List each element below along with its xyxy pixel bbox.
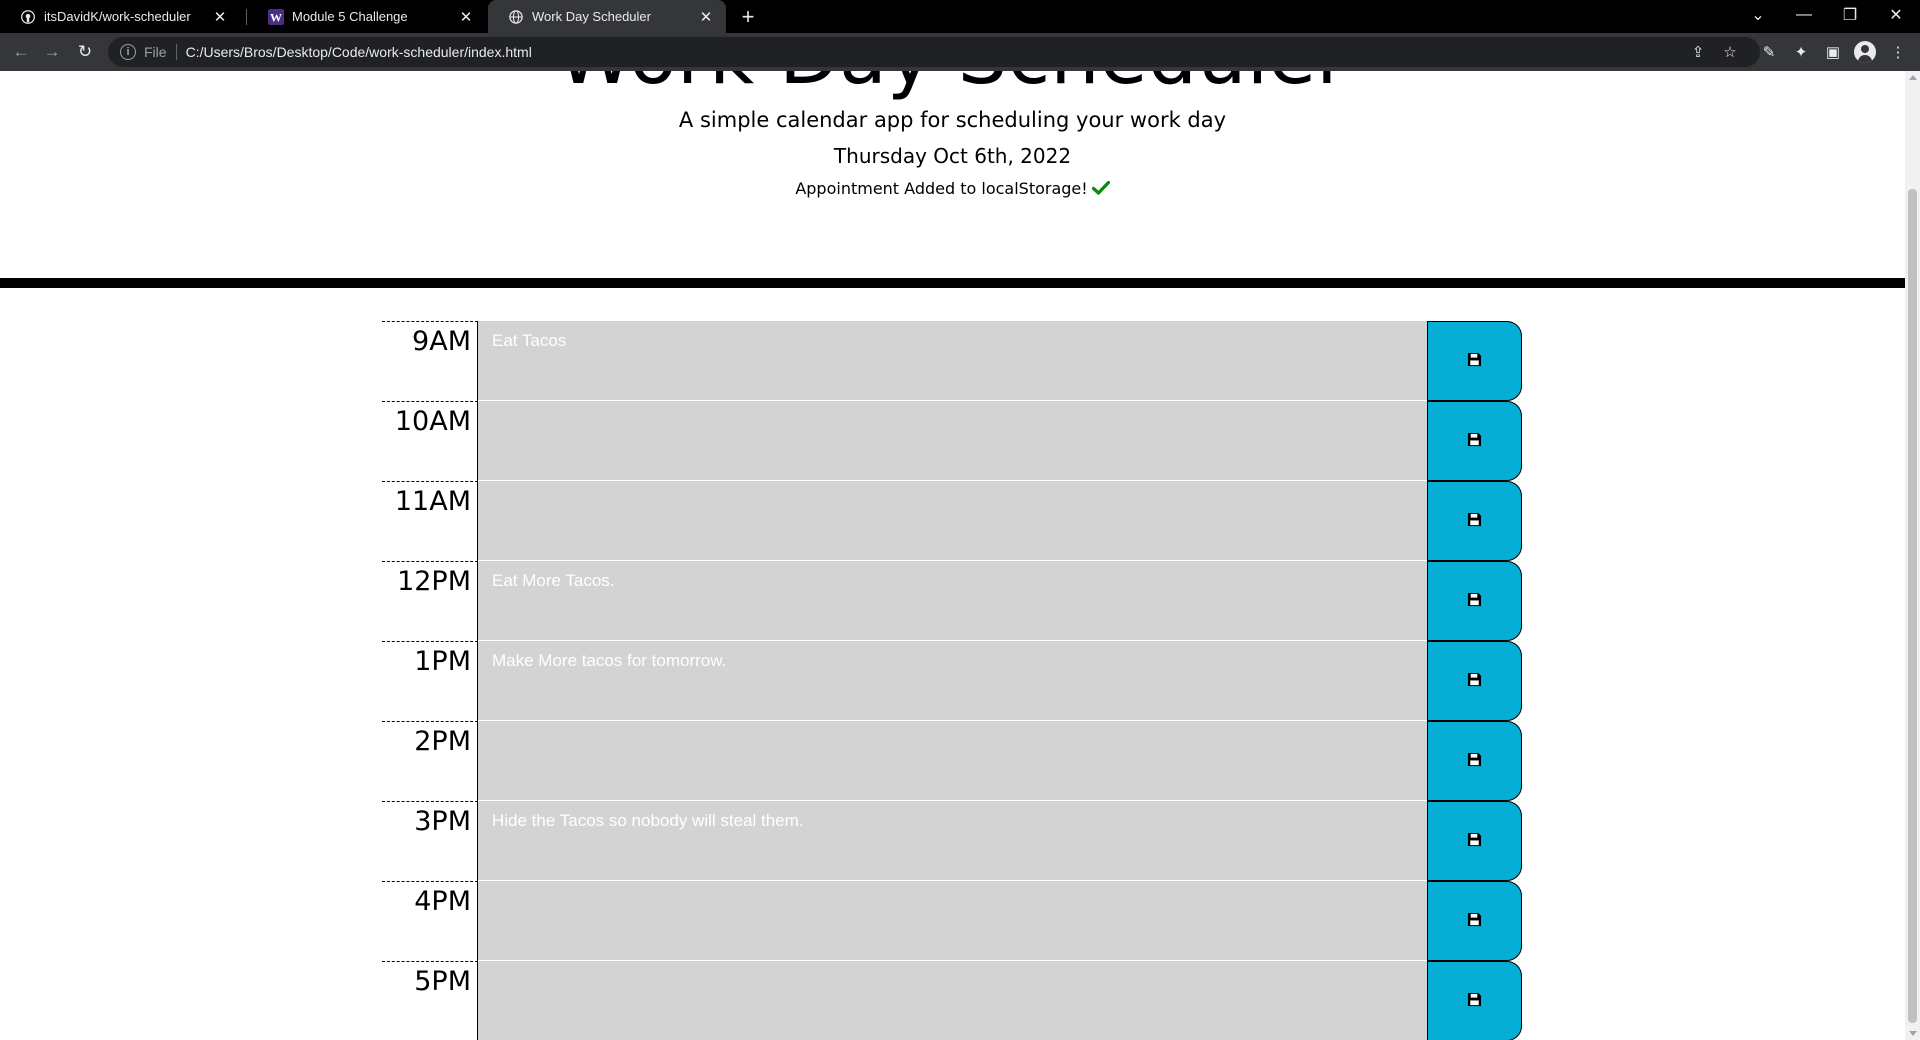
address-url[interactable]: C:/Users/Bros/Desktop/Code/work-schedule… [186, 44, 532, 60]
save-button[interactable] [1427, 321, 1522, 401]
save-button[interactable] [1427, 881, 1522, 961]
tab-title: Module 5 Challenge [292, 9, 408, 24]
menu-dots-icon[interactable]: ⋮ [1886, 40, 1910, 64]
description-textarea[interactable]: Hide the Tacos so nobody will steal them… [478, 801, 1427, 881]
hour-label: 1PM [382, 641, 478, 721]
save-button[interactable] [1427, 561, 1522, 641]
hour-label: 4PM [382, 881, 478, 961]
header-divider [0, 278, 1905, 288]
bookmark-star-icon[interactable]: ☆ [1718, 40, 1742, 64]
hour-label: 12PM [382, 561, 478, 641]
page-scrollbar[interactable] [1905, 71, 1920, 1040]
tab-module-5[interactable]: W Module 5 Challenge ✕ [248, 0, 486, 33]
checkmark-icon [1091, 178, 1110, 195]
description-textarea[interactable] [478, 881, 1427, 961]
side-panel-icon[interactable]: ▣ [1821, 40, 1845, 64]
github-icon [20, 9, 36, 25]
time-block: 2PM [382, 721, 1522, 801]
time-block: 10AM [382, 401, 1522, 481]
tab-title: itsDavidK/work-scheduler [44, 9, 191, 24]
time-block: 5PM [382, 961, 1522, 1040]
page-viewport: Work Day Scheduler A simple calendar app… [0, 71, 1920, 1040]
tab-github[interactable]: itsDavidK/work-scheduler ✕ [0, 0, 240, 33]
time-block: 1PM Make More tacos for tomorrow. [382, 641, 1522, 721]
browser-toolbar: ← → ↻ i File C:/Users/Bros/Desktop/Code/… [0, 33, 1920, 71]
share-icon[interactable]: ⇪ [1686, 40, 1710, 64]
description-textarea[interactable] [478, 481, 1427, 561]
hour-label: 11AM [382, 481, 478, 561]
scroll-up-arrow-icon[interactable] [1909, 75, 1917, 80]
description-textarea[interactable] [478, 401, 1427, 481]
floppy-disk-icon [1467, 432, 1482, 450]
time-block: 12PM Eat More Tacos. [382, 561, 1522, 641]
back-arrow-icon[interactable]: ← [9, 40, 33, 64]
page-title: Work Day Scheduler [0, 71, 1905, 102]
save-button[interactable] [1427, 481, 1522, 561]
window-close-icon[interactable]: ✕ [1874, 0, 1918, 30]
save-button[interactable] [1427, 641, 1522, 721]
hour-label: 10AM [382, 401, 478, 481]
extensions-puzzle-icon[interactable]: ✦ [1789, 40, 1813, 64]
address-scheme: File [144, 44, 167, 60]
description-textarea[interactable]: Make More tacos for tomorrow. [478, 641, 1427, 721]
time-block: 4PM [382, 881, 1522, 961]
page-subtitle: A simple calendar app for scheduling you… [678, 108, 1227, 132]
floppy-disk-icon [1467, 912, 1482, 930]
time-block: 11AM [382, 481, 1522, 561]
profile-avatar[interactable] [1854, 41, 1876, 63]
save-button[interactable] [1427, 801, 1522, 881]
close-icon[interactable]: ✕ [212, 9, 228, 26]
address-bar[interactable]: i File C:/Users/Bros/Desktop/Code/work-s… [108, 37, 1760, 67]
floppy-disk-icon [1467, 672, 1482, 690]
info-icon[interactable]: i [120, 44, 136, 60]
svg-text:W: W [270, 10, 282, 24]
time-block: 9AM Eat Tacos [382, 321, 1522, 401]
description-textarea[interactable] [478, 721, 1427, 801]
hour-label: 9AM [382, 321, 478, 401]
floppy-disk-icon [1467, 592, 1482, 610]
save-button[interactable] [1427, 401, 1522, 481]
globe-icon [508, 9, 524, 25]
floppy-disk-icon [1467, 352, 1482, 370]
hour-label: 2PM [382, 721, 478, 801]
tab-separator [246, 9, 247, 25]
new-tab-icon[interactable]: + [736, 4, 760, 29]
save-button[interactable] [1427, 961, 1522, 1040]
tab-strip: itsDavidK/work-scheduler ✕ W Module 5 Ch… [0, 0, 1920, 33]
description-textarea[interactable] [478, 961, 1427, 1040]
restore-icon[interactable]: ❐ [1828, 0, 1872, 30]
floppy-disk-icon [1467, 992, 1482, 1010]
tab-title: Work Day Scheduler [532, 9, 651, 24]
close-icon[interactable]: ✕ [698, 9, 714, 26]
floppy-disk-icon [1467, 512, 1482, 530]
save-notice: Appointment Added to localStorage! [0, 177, 1905, 201]
minimize-icon[interactable]: — [1782, 0, 1826, 30]
hour-label: 5PM [382, 961, 478, 1040]
floppy-disk-icon [1467, 752, 1482, 770]
current-date: Thursday Oct 6th, 2022 [833, 144, 1072, 168]
description-textarea[interactable]: Eat Tacos [478, 321, 1427, 401]
floppy-disk-icon [1467, 832, 1482, 850]
close-icon[interactable]: ✕ [458, 9, 474, 26]
tab-work-day-scheduler[interactable]: Work Day Scheduler ✕ [488, 0, 726, 33]
w-logo-icon: W [268, 8, 284, 25]
address-divider [175, 44, 177, 60]
extension-pen-icon[interactable]: ✎ [1757, 40, 1781, 64]
tab-search-chevron-icon[interactable]: ⌄ [1736, 0, 1780, 30]
save-notice-text: Appointment Added to localStorage! [795, 179, 1088, 198]
scroll-down-arrow-icon[interactable] [1909, 1031, 1917, 1036]
reload-icon[interactable]: ↻ [73, 40, 97, 64]
save-button[interactable] [1427, 721, 1522, 801]
scrollbar-thumb[interactable] [1908, 189, 1917, 1023]
forward-arrow-icon[interactable]: → [40, 40, 64, 64]
hour-label: 3PM [382, 801, 478, 881]
description-textarea[interactable]: Eat More Tacos. [478, 561, 1427, 641]
time-block: 3PM Hide the Tacos so nobody will steal … [382, 801, 1522, 881]
